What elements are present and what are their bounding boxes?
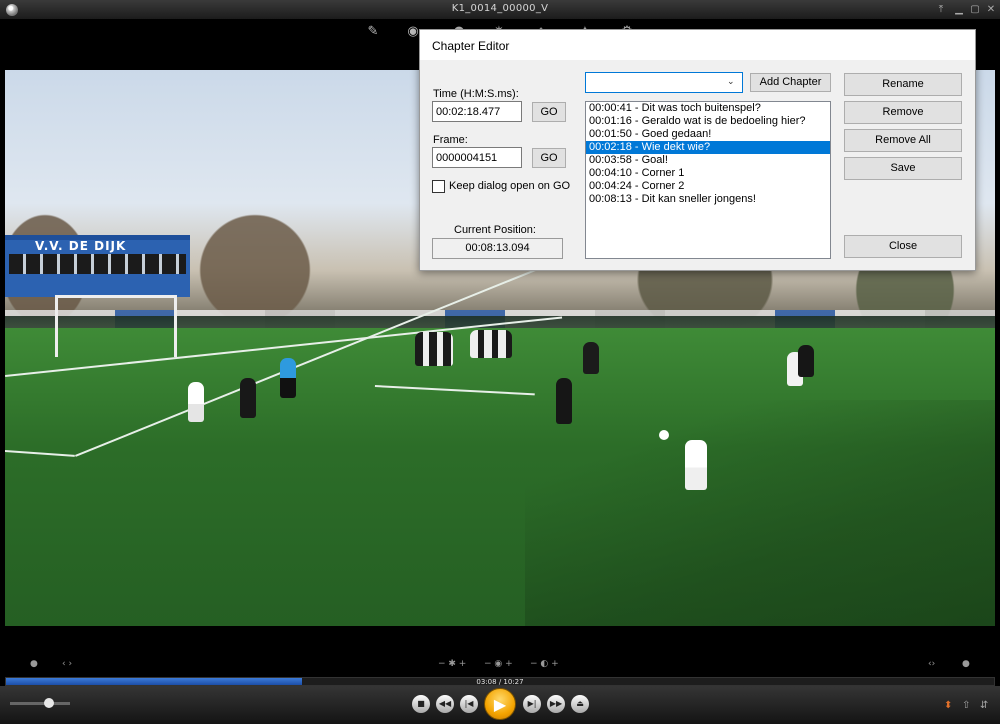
close-button[interactable]: Close	[844, 235, 962, 258]
chapter-list-item[interactable]: 00:01:50 - Goed gedaan!	[586, 128, 830, 141]
chapter-list-item[interactable]: 00:02:18 - Wie dekt wie?	[586, 141, 830, 154]
record-icon[interactable]: ⬍	[944, 700, 952, 711]
current-position-value: 00:08:13.094	[432, 238, 563, 259]
player-group	[415, 332, 453, 366]
color-icon[interactable]: − ◉ +	[484, 659, 513, 669]
title-bar: K1_0014_00000_V ⤒ ▁ ▢ ✕	[0, 0, 1000, 20]
close-icon[interactable]: ✕	[984, 3, 998, 16]
rewind-icon[interactable]: ◀◀	[436, 695, 454, 713]
football	[659, 430, 669, 440]
window-title: K1_0014_00000_V	[451, 3, 549, 14]
player-group	[470, 330, 512, 358]
chevron-down-icon[interactable]: ⌄	[727, 76, 737, 88]
volume-knob[interactable]	[44, 698, 54, 708]
goal-frame	[55, 295, 177, 357]
time-go-button[interactable]: GO	[532, 102, 566, 122]
aspect-icon[interactable]: ‹›	[928, 659, 935, 669]
dialog-title-bar: Chapter Editor	[420, 30, 975, 60]
frame-go-button[interactable]: GO	[532, 148, 566, 168]
save-button[interactable]: Save	[844, 157, 962, 180]
speed-icon[interactable]: ●	[962, 659, 970, 669]
remove-all-button[interactable]: Remove All	[844, 129, 962, 152]
player-white	[685, 440, 707, 490]
player-white	[188, 382, 204, 422]
chapter-list-item[interactable]: 00:04:10 - Corner 1	[586, 167, 830, 180]
brush-icon[interactable]: ✎	[364, 23, 382, 41]
stop-icon[interactable]: ■	[412, 695, 430, 713]
frame-label: Frame:	[433, 134, 468, 146]
chapter-list-item[interactable]: 00:01:16 - Geraldo wat is de bedoeling h…	[586, 115, 830, 128]
keep-open-label: Keep dialog open on GO	[449, 180, 571, 192]
fast-forward-icon[interactable]: ▶▶	[547, 695, 565, 713]
chapter-editor-dialog: Chapter Editor Time (H:M:S.ms): GO Frame…	[419, 29, 976, 271]
brightness-icon[interactable]: − ✱ +	[438, 659, 466, 669]
restore-icon[interactable]: ▢	[968, 3, 982, 16]
chapter-name-combo[interactable]: ⌄	[585, 72, 743, 93]
keep-open-checkbox[interactable]	[432, 180, 445, 193]
dialog-title: Chapter Editor	[432, 39, 510, 53]
time-label: Time (H:M:S.ms):	[433, 88, 519, 100]
prev-icon[interactable]: |◀	[460, 695, 478, 713]
referee	[280, 358, 296, 398]
remove-button[interactable]: Remove	[844, 101, 962, 124]
time-display: 03:08 / 10:27	[476, 678, 524, 686]
stand-sign: V.V. DE DIJK	[35, 239, 127, 253]
chapter-list-item[interactable]: 00:00:41 - Dit was toch buitenspel?	[586, 102, 830, 115]
pin-icon[interactable]: ⤒	[934, 3, 948, 16]
player-black	[556, 378, 572, 424]
player-black	[583, 342, 599, 374]
next-icon[interactable]: ▶|	[523, 695, 541, 713]
player-black	[240, 378, 256, 418]
sync-icon[interactable]: ‹ ›	[62, 659, 72, 669]
current-position-label: Current Position:	[454, 224, 536, 236]
frame-field[interactable]	[432, 147, 522, 168]
chapter-list-item[interactable]: 00:03:58 - Goal!	[586, 154, 830, 167]
chapter-list-item[interactable]: 00:04:24 - Corner 2	[586, 180, 830, 193]
fullscreen-icon[interactable]: ⇵	[980, 700, 988, 711]
volume-slider[interactable]	[10, 698, 70, 708]
time-field[interactable]	[432, 101, 522, 122]
chapter-list[interactable]: 00:00:41 - Dit was toch buitenspel? 00:01…	[585, 101, 831, 259]
playlist-icon[interactable]: ⇧	[962, 700, 970, 711]
subtitle-icon[interactable]: ●	[30, 659, 38, 669]
player-black	[798, 345, 814, 377]
contrast-icon[interactable]: − ◐ +	[530, 659, 559, 669]
rename-button[interactable]: Rename	[844, 73, 962, 96]
open-icon[interactable]: ⏏	[571, 695, 589, 713]
add-chapter-button[interactable]: Add Chapter	[750, 73, 831, 92]
minimize-icon[interactable]: ▁	[952, 3, 966, 16]
play-icon[interactable]: ▶	[484, 688, 516, 720]
chapter-list-item[interactable]: 00:08:13 - Dit kan sneller jongens!	[586, 193, 830, 206]
